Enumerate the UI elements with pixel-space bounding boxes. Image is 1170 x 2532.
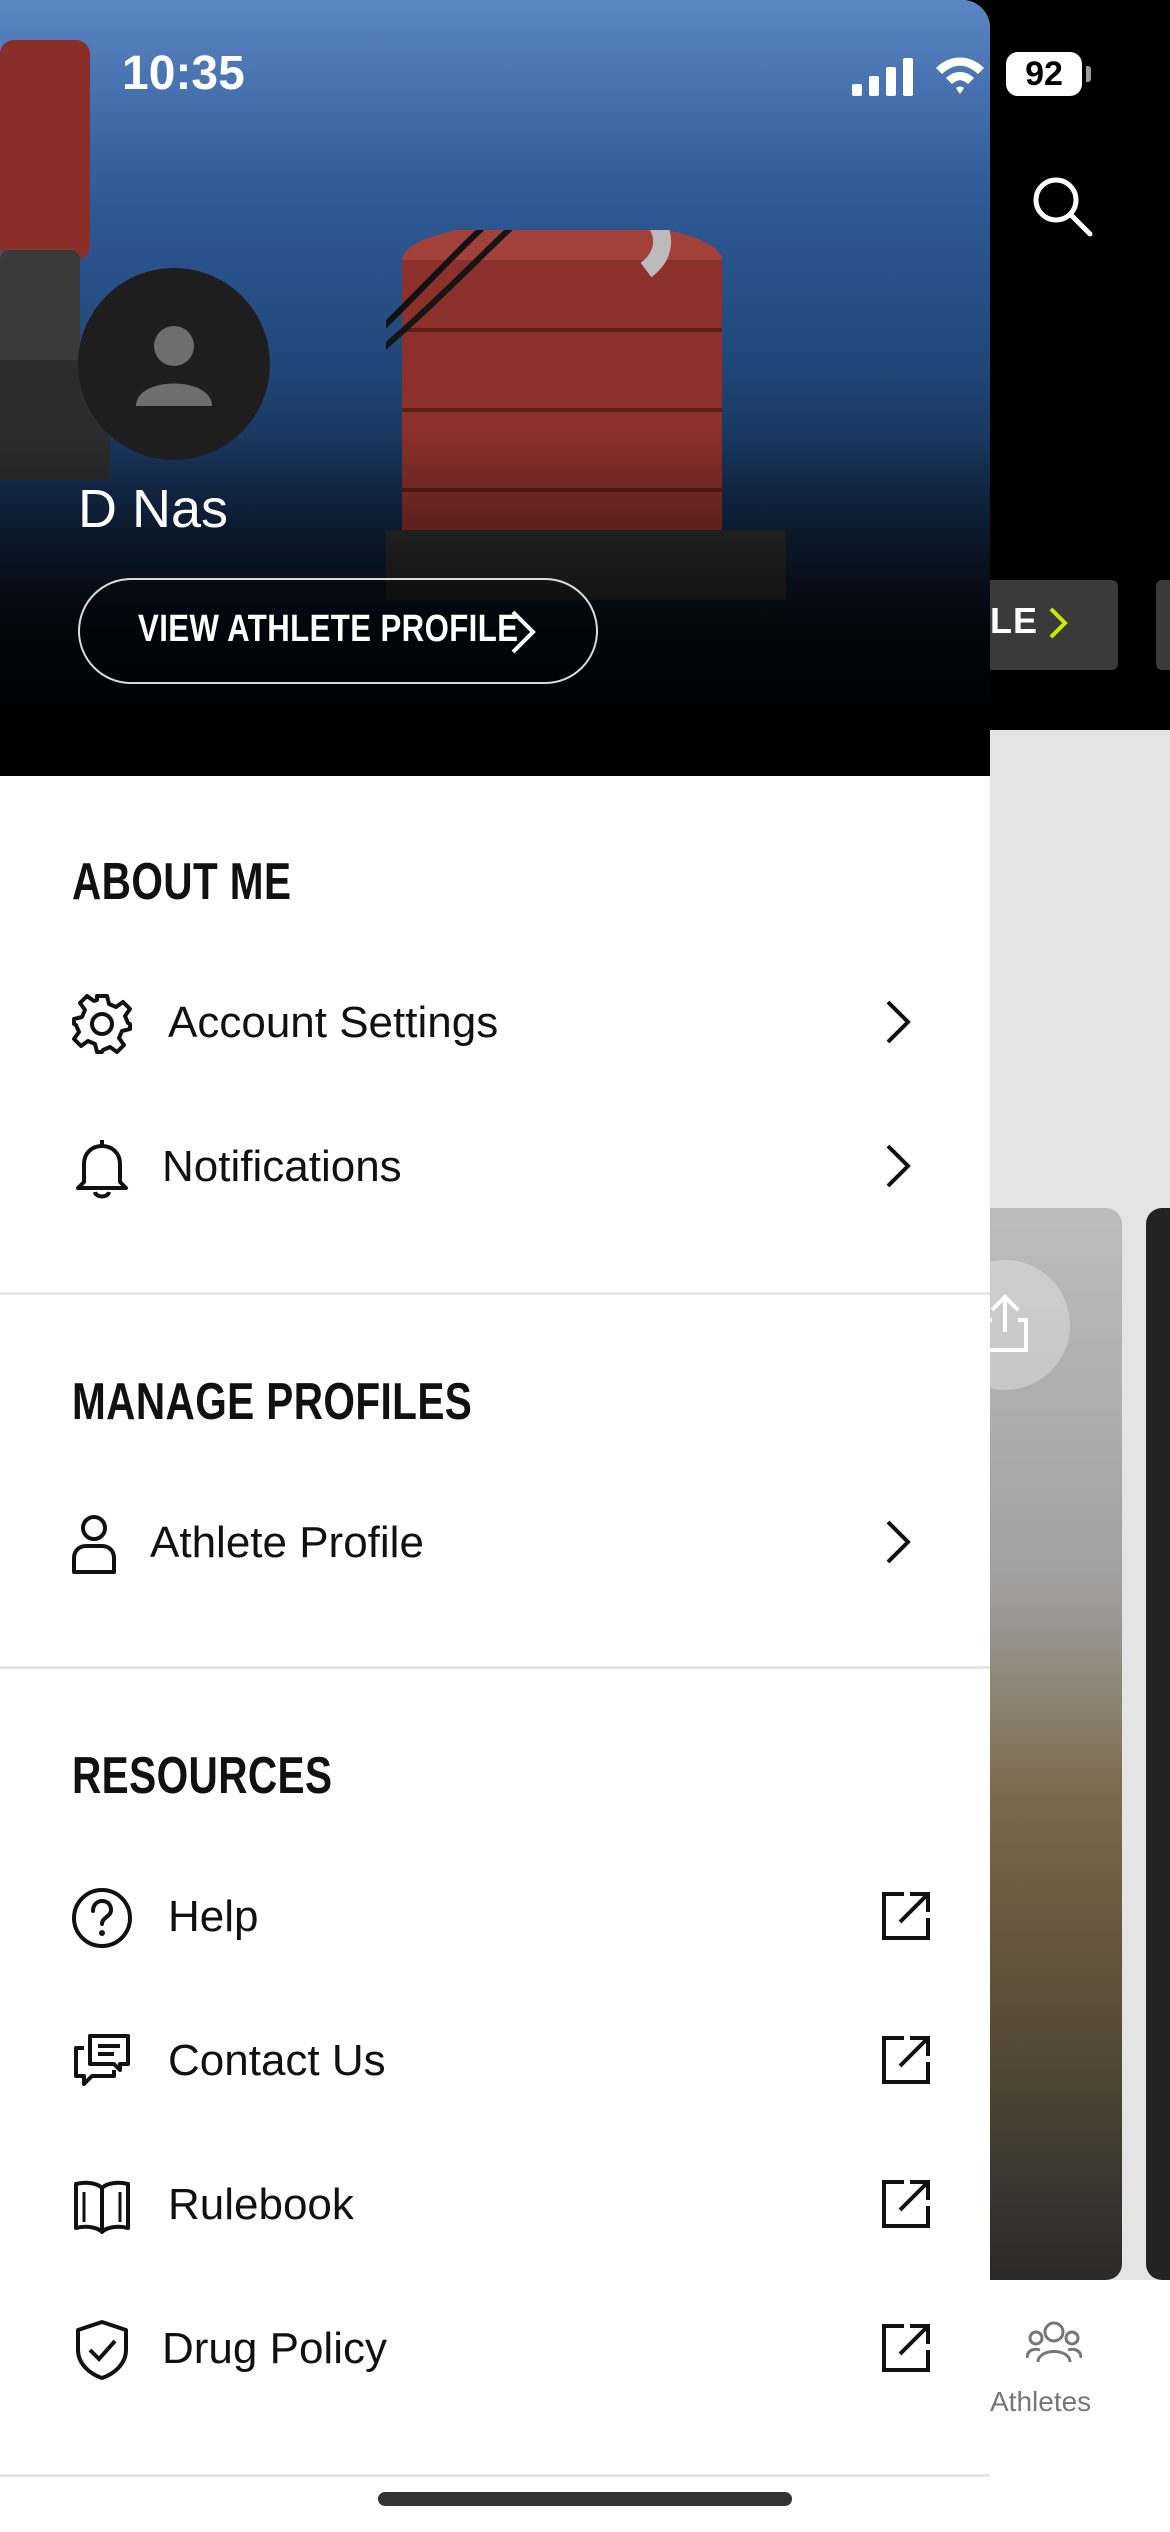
profile-header: D Nas VIEW ATHLETE PROFILE: [0, 0, 990, 776]
menu-item-athlete-profile[interactable]: Athlete Profile: [0, 1478, 990, 1618]
menu-item-label: Help: [168, 1892, 259, 1941]
view-athlete-profile-label: VIEW ATHLETE PROFILE: [138, 608, 519, 650]
divider: [0, 1292, 990, 1295]
menu-item-label: Notifications: [162, 1142, 402, 1191]
chat-icon: [70, 2030, 134, 2094]
gear-icon: [70, 992, 134, 1056]
chevron-right-icon: [884, 1142, 912, 1194]
user-name: D Nas: [78, 479, 229, 539]
external-link-icon: [878, 2320, 934, 2380]
chevron-right-icon: [884, 1518, 912, 1570]
background-filter-pill-label: LE: [990, 600, 1039, 641]
external-link-icon: [878, 1888, 934, 1948]
section-title-manage-profiles: MANAGE PROFILES: [72, 1373, 473, 1431]
menu-item-label: Drug Policy: [162, 2324, 387, 2373]
section-title-resources: RESOURCES: [72, 1747, 333, 1805]
menu-item-label: Account Settings: [168, 998, 499, 1047]
question-circle-icon: [70, 1886, 134, 1950]
menu-item-help[interactable]: Help: [0, 1852, 990, 1992]
athletes-icon[interactable]: [1025, 2318, 1083, 2372]
menu-item-drug-policy[interactable]: Drug Policy: [0, 2284, 990, 2424]
person-icon: [70, 1512, 134, 1576]
bell-icon: [70, 1136, 134, 1200]
menu-item-label: Rulebook: [168, 2180, 354, 2229]
side-drawer: D Nas VIEW ATHLETE PROFILE ABOUT ME Acco…: [0, 0, 990, 2532]
external-link-icon: [878, 2032, 934, 2092]
divider: [0, 1666, 990, 1669]
home-indicator[interactable]: [378, 2492, 792, 2506]
nav-athletes-label[interactable]: Athletes: [990, 2386, 1091, 2418]
book-icon: [70, 2174, 134, 2238]
section-title-about-me: ABOUT ME: [72, 853, 292, 911]
chevron-right-icon: [884, 998, 912, 1050]
menu-item-rulebook[interactable]: Rulebook: [0, 2140, 990, 2280]
view-athlete-profile-button[interactable]: VIEW ATHLETE PROFILE: [78, 578, 598, 684]
person-avatar-icon: [136, 326, 212, 406]
chevron-right-icon: [1046, 606, 1070, 644]
menu-item-label: Athlete Profile: [150, 1518, 424, 1567]
external-link-icon: [878, 2176, 934, 2236]
background-card-2[interactable]: [1146, 1208, 1170, 2280]
shield-check-icon: [70, 2318, 134, 2382]
chevron-right-icon: [508, 608, 538, 660]
menu-item-account-settings[interactable]: Account Settings: [0, 958, 990, 1098]
menu-item-label: Contact Us: [168, 2036, 386, 2085]
background-filter-pill-2[interactable]: [1156, 580, 1170, 670]
avatar[interactable]: [78, 268, 270, 460]
menu-item-notifications[interactable]: Notifications: [0, 1102, 990, 1242]
divider: [0, 2474, 990, 2477]
search-icon[interactable]: [1028, 172, 1098, 242]
menu-item-contact-us[interactable]: Contact Us: [0, 1996, 990, 2136]
